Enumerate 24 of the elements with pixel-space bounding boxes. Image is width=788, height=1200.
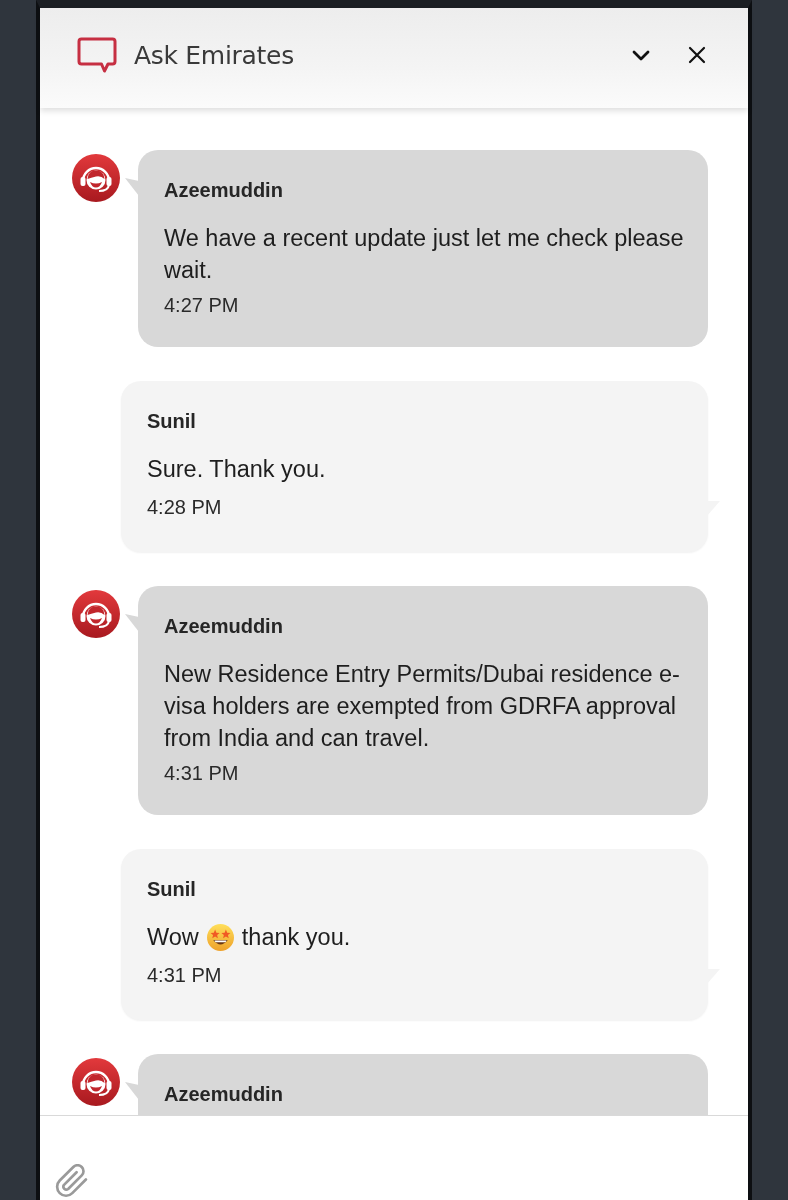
sender-name: Azeemuddin: [164, 614, 284, 638]
headset-agent-icon: [72, 1058, 120, 1106]
sender-name: Azeemuddin: [164, 1082, 284, 1106]
chevron-down-icon: [632, 49, 650, 61]
speech-bubble-icon: [77, 37, 117, 73]
message-text: Sure. Thank you.: [147, 455, 327, 484]
message-time: 4:28 PM: [147, 495, 223, 519]
star-eyes-face-icon: [206, 923, 234, 951]
message-time: 4:31 PM: [147, 963, 223, 987]
attach-button[interactable]: [54, 1164, 90, 1198]
close-icon: [688, 46, 706, 64]
message-time: 4:31 PM: [164, 761, 240, 785]
sender-name: Azeemuddin: [164, 178, 284, 202]
headset-agent-icon: [72, 590, 120, 638]
message-text: We have a recent update just let me check please wait.: [164, 224, 685, 285]
sender-name: Sunil: [147, 409, 197, 433]
chat-title: Ask Emirates: [134, 40, 295, 70]
paperclip-icon: [54, 1164, 90, 1198]
message-text: thank you.: [241, 923, 351, 952]
message-text: Wow: [147, 923, 199, 952]
headset-agent-icon: [72, 154, 120, 202]
message-time: 4:27 PM: [164, 293, 240, 317]
message-text: New Residence Entry Permits/Dubai residence e-visa holders are exempted from GDRFA approval from India and can travel.: [164, 660, 681, 753]
sender-name: Sunil: [147, 877, 197, 901]
